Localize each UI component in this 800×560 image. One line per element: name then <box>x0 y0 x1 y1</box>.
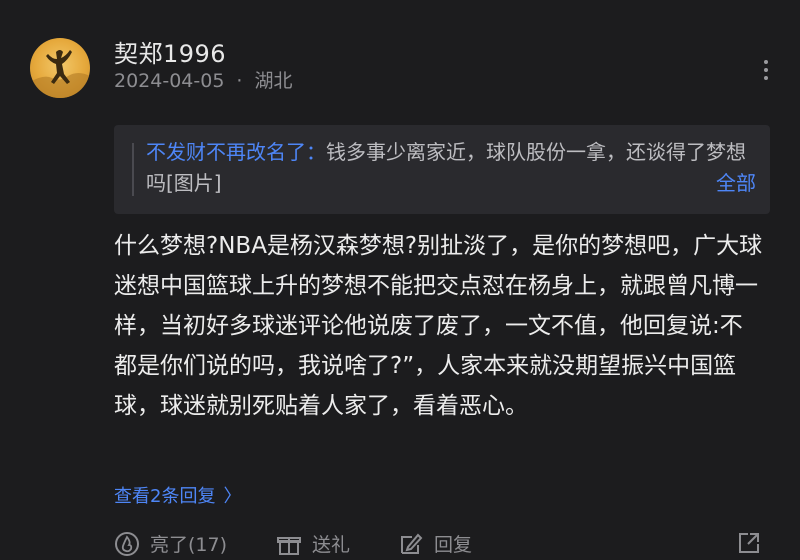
chevron-right-icon: 〉 <box>223 486 242 507</box>
username[interactable]: 契郑1996 <box>114 34 226 69</box>
expand-quote-link[interactable]: 全部 <box>716 168 756 199</box>
reply-label: 回复 <box>434 534 473 556</box>
meta-separator: · <box>236 70 243 92</box>
avatar[interactable] <box>30 38 90 98</box>
like-label: 亮了(17) <box>150 534 228 556</box>
quote-colon: ： <box>306 140 326 164</box>
share-icon <box>739 533 759 553</box>
action-bar: 亮了(17) 送礼 回复 <box>114 530 774 560</box>
flame-icon <box>115 531 139 556</box>
share-button[interactable] <box>736 530 762 556</box>
comment-date: 2024-04-05 <box>114 70 225 92</box>
comment-location: 湖北 <box>254 70 293 92</box>
view-replies-link[interactable]: 查看2条回复 〉 <box>114 482 241 508</box>
quote-author[interactable]: 不发财不再改名了 <box>146 140 306 164</box>
more-vertical-icon <box>764 60 768 80</box>
gift-label: 送礼 <box>312 534 351 556</box>
quote-bar <box>132 143 134 196</box>
gift-button[interactable]: 送礼 <box>276 530 350 557</box>
comment-meta: 2024-04-05 · 湖北 <box>114 66 292 93</box>
comment-body: 什么梦想?NBA是杨汉森梦想?别扯淡了，是你的梦想吧，广大球迷想中国篮球上升的梦… <box>114 233 763 419</box>
edit-icon <box>401 533 423 554</box>
quote-text-block: 不发财不再改名了：钱多事少离家近，球队股份一拿，还谈得了梦想吗[图片] <box>146 137 748 199</box>
gift-icon <box>277 536 301 555</box>
view-replies-label: 查看2条回复 <box>114 486 216 507</box>
reply-button[interactable]: 回复 <box>398 530 472 557</box>
avatar-figure-icon <box>30 50 90 98</box>
quoted-comment[interactable]: 不发财不再改名了：钱多事少离家近，球队股份一拿，还谈得了梦想吗[图片] 全部 <box>114 125 770 214</box>
more-options-button[interactable] <box>752 52 780 88</box>
like-button[interactable]: 亮了(17) <box>114 530 227 557</box>
